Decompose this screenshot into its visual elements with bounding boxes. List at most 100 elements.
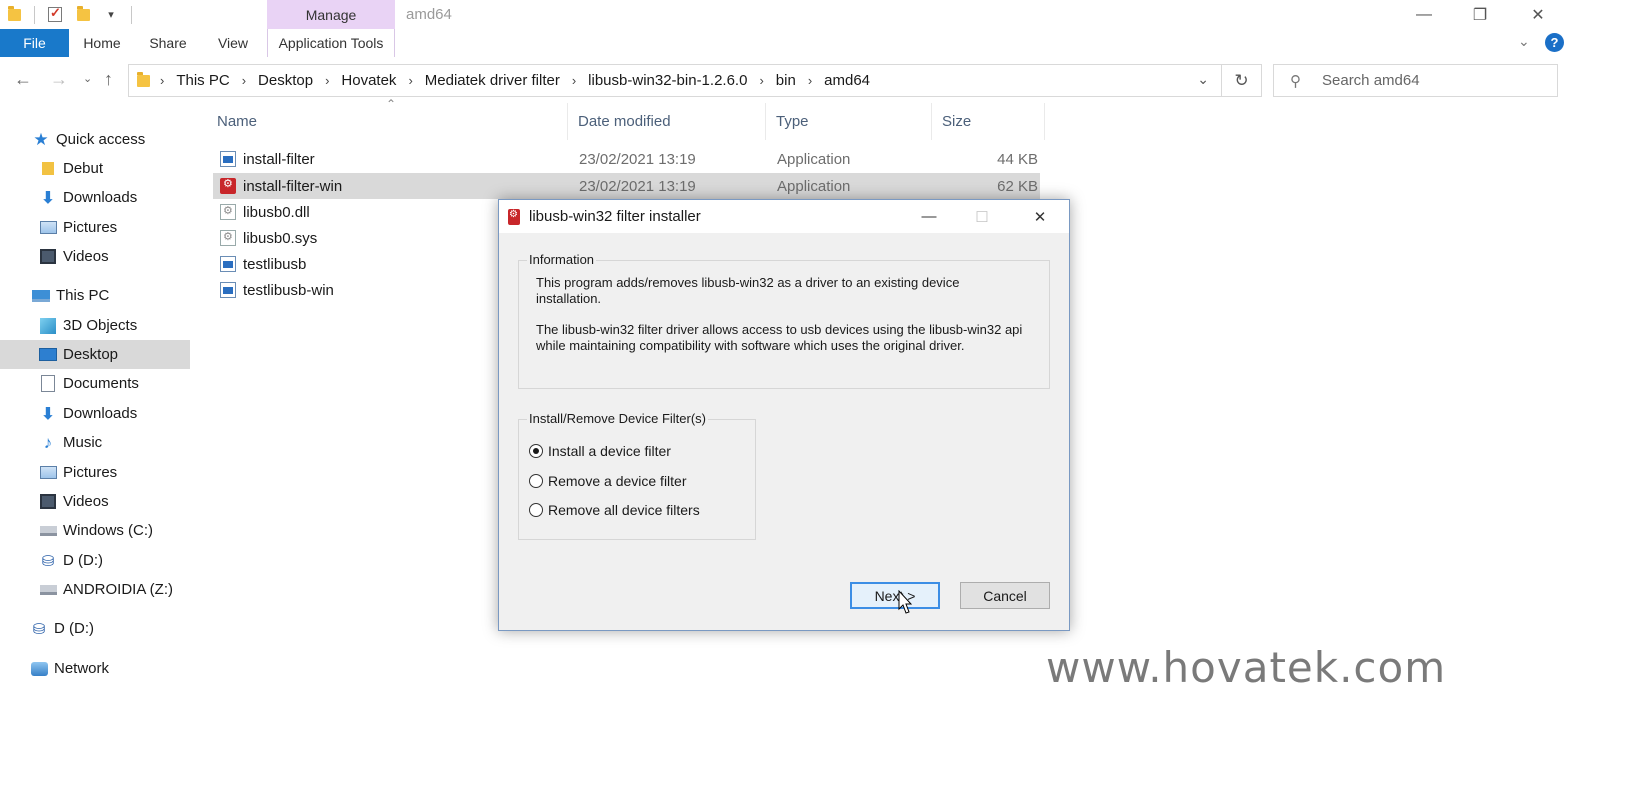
file-row[interactable]: install-filter 23/02/2021 13:19 Applicat… [213,146,1040,172]
chevron-right-icon[interactable]: › [759,73,763,88]
sidebar-item-label: Downloads [63,189,138,206]
radio-selected-icon[interactable] [529,444,543,458]
sidebar-item-this-pc[interactable]: This PC [0,281,190,310]
breadcrumb-libusb-win32-bin[interactable]: libusb-win32-bin-1.2.6.0 [588,72,747,89]
address-history-chevron-icon[interactable]: ⌄ [1197,71,1209,88]
up-arrow-icon[interactable]: ↑ [104,69,113,90]
refresh-icon[interactable]: ↻ [1222,64,1262,97]
sort-ascending-icon: ⌃ [386,97,397,111]
breadcrumb-desktop[interactable]: Desktop [258,72,313,89]
info-line: This program adds/removes libusb-win32 a… [536,275,960,290]
tab-view[interactable]: View [201,29,265,57]
breadcrumb-mediatek-driver-filter[interactable]: Mediatek driver filter [425,72,560,89]
chevron-right-icon[interactable]: › [325,73,329,88]
music-icon: ♪ [43,432,53,452]
radio-icon[interactable] [529,474,543,488]
back-arrow-icon[interactable]: ← [14,69,32,90]
help-icon[interactable]: ? [1545,33,1564,52]
tab-home[interactable]: Home [69,29,135,57]
sidebar-item-pictures[interactable]: Pictures [0,213,190,242]
download-icon: ⬇ [41,189,55,207]
column-header-type[interactable]: Type [766,103,932,140]
file-name: testlibusb-win [243,281,334,299]
search-box[interactable]: ⚲ [1273,64,1558,97]
tab-file[interactable]: File [0,29,69,57]
dialog-minimize-button[interactable]: — [906,200,952,233]
chevron-right-icon[interactable]: › [408,73,412,88]
forward-arrow-icon[interactable]: → [50,69,68,90]
dialog-close-button[interactable]: ✕ [1017,200,1063,233]
info-paragraph-2: The libusb-win32 filter driver allows ac… [536,322,1036,354]
remove-all-device-filters-radio[interactable]: Remove all device filters [529,502,700,518]
remove-device-filter-radio[interactable]: Remove a device filter [529,473,687,489]
sidebar-item-desktop[interactable]: Desktop [0,340,190,369]
breadcrumb-amd64[interactable]: amd64 [824,72,870,89]
sidebar-item-music[interactable]: ♪ Music [0,428,190,457]
sidebar-item-downloads[interactable]: ⬇ Downloads [0,399,190,428]
folder-icon[interactable] [0,0,28,29]
folder-icon [137,71,150,87]
properties-icon[interactable] [41,0,69,29]
expand-ribbon-icon[interactable]: ⌄ [1518,33,1530,50]
sidebar-item-videos[interactable]: Videos [0,242,190,271]
pc-icon [32,288,50,304]
maximize-button[interactable]: ❐ [1452,0,1508,29]
3d-objects-icon [39,317,57,334]
close-button[interactable]: ✕ [1510,0,1566,29]
sidebar-item-d-drive-root[interactable]: ⛁ D (D:) [0,614,190,643]
file-name: libusb0.sys [243,229,318,247]
address-bar[interactable]: › This PC › Desktop › Hovatek › Mediatek… [128,64,1222,97]
file-row[interactable]: install-filter-win 23/02/2021 13:19 Appl… [213,173,1040,199]
file-date: 23/02/2021 13:19 [579,177,696,195]
sidebar-item-label: D (D:) [54,620,94,637]
column-header-name[interactable]: Name [193,103,568,140]
install-device-filter-radio[interactable]: Install a device filter [529,443,671,459]
sidebar-item-debut[interactable]: Debut [0,154,190,183]
chevron-right-icon[interactable]: › [808,73,812,88]
sidebar-item-downloads[interactable]: ⬇ Downloads [0,183,190,212]
dialog-title: libusb-win32 filter installer [529,208,701,225]
column-header-date-modified[interactable]: Date modified [568,103,766,140]
sidebar-item-d-drive[interactable]: ⛁ D (D:) [0,546,190,575]
sidebar-item-3d-objects[interactable]: 3D Objects [0,311,190,340]
breadcrumb-hovatek[interactable]: Hovatek [341,72,396,89]
search-input[interactable] [1322,72,1542,89]
sidebar-item-label: Windows (C:) [63,522,154,539]
radio-icon[interactable] [529,503,543,517]
radio-label: Remove all device filters [548,502,700,518]
drive-icon [39,523,57,539]
file-size: 44 KB [997,150,1038,168]
info-line: installation. [536,291,602,306]
search-icon: ⚲ [1290,72,1301,90]
chevron-right-icon[interactable]: › [572,73,576,88]
breadcrumb-this-pc[interactable]: This PC [176,72,229,89]
options-legend: Install/Remove Device Filter(s) [527,411,708,426]
sidebar-item-quick-access[interactable]: ★ Quick access [0,125,190,154]
sidebar-item-label: Pictures [63,464,118,481]
sidebar-item-pictures[interactable]: Pictures [0,458,190,487]
cancel-button[interactable]: Cancel [960,582,1050,609]
customize-toolbar-icon[interactable]: ▾ [97,0,125,29]
sidebar-item-windows-c[interactable]: Windows (C:) [0,516,190,545]
desktop-icon [39,347,57,363]
column-header-size[interactable]: Size [932,103,1045,140]
breadcrumb-bin[interactable]: bin [776,72,796,89]
recent-locations-chevron-icon[interactable]: ⌄ [83,72,92,85]
sidebar-item-documents[interactable]: Documents [0,369,190,398]
new-folder-icon[interactable] [69,0,97,29]
sidebar-item-androidia-z[interactable]: ANDROIDIA (Z:) [0,575,190,604]
sidebar-item-label: Documents [63,375,139,392]
sidebar-item-network[interactable]: Network [0,654,190,683]
folder-icon [39,161,57,177]
file-name: testlibusb [243,255,307,273]
sidebar-item-videos[interactable]: Videos [0,487,190,516]
tab-application-tools[interactable]: Application Tools [267,29,395,57]
chevron-right-icon[interactable]: › [242,73,246,88]
sidebar-item-label: Videos [63,248,109,265]
dialog-title-bar[interactable]: libusb-win32 filter installer — ☐ ✕ [499,200,1069,233]
tab-share[interactable]: Share [135,29,201,57]
next-button[interactable]: Next > [850,582,940,609]
file-size: 62 KB [997,177,1038,195]
minimize-button[interactable]: — [1396,0,1452,29]
chevron-right-icon[interactable]: › [160,73,164,88]
